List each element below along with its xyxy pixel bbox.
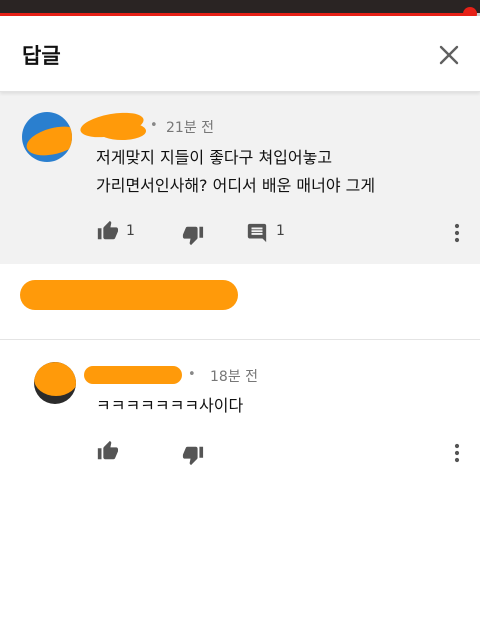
redaction-mark <box>20 280 238 310</box>
thumbs-down-icon <box>182 446 204 466</box>
reply-count: 1 <box>276 223 285 239</box>
like-button[interactable] <box>96 220 118 246</box>
meta-separator: • <box>188 367 196 382</box>
thumbs-up-icon <box>97 220 118 240</box>
more-vert-icon <box>454 223 460 243</box>
comment-text-line-1: 저게맞지 지들이 좋다구 쳐입어놓고 <box>96 148 333 167</box>
redaction-mark <box>23 121 72 161</box>
page-title: 답글 <box>22 44 61 68</box>
thumbs-down-icon <box>182 226 204 246</box>
more-options-button[interactable] <box>452 222 462 244</box>
like-count: 1 <box>126 223 135 239</box>
reply-context-header <box>0 264 480 340</box>
close-button[interactable] <box>432 38 466 72</box>
reply-comment: • 18분 전 ㅋㅋㅋㅋㅋㅋㅋ사이다 <box>0 340 480 480</box>
comment-icon <box>247 223 267 243</box>
avatar[interactable] <box>34 362 76 404</box>
video-player-strip[interactable] <box>0 0 480 14</box>
comment-text-line-2: 가리면서인사해? 어디서 배운 매너야 그게 <box>96 176 376 195</box>
reply-button[interactable] <box>246 222 268 248</box>
more-options-button[interactable] <box>452 442 462 464</box>
comment-timestamp: 18분 전 <box>210 369 259 385</box>
replies-header: 답글 <box>0 16 480 92</box>
close-icon <box>439 45 459 65</box>
redaction-mark <box>34 362 76 396</box>
more-vert-icon <box>454 443 460 463</box>
comment-text: ㅋㅋㅋㅋㅋㅋㅋ사이다 <box>96 396 244 415</box>
dislike-button[interactable] <box>182 444 204 470</box>
meta-separator: • <box>150 118 158 133</box>
author-name-redacted[interactable] <box>84 366 182 384</box>
thumbs-up-icon <box>97 440 118 460</box>
avatar[interactable] <box>22 112 72 162</box>
like-button[interactable] <box>96 440 118 466</box>
parent-comment: • 21분 전 저게맞지 지들이 좋다구 쳐입어놓고 가리면서인사해? 어디서 … <box>0 92 480 264</box>
comment-timestamp: 21분 전 <box>166 120 215 136</box>
author-name-redaction-mark <box>98 122 146 140</box>
dislike-button[interactable] <box>182 224 204 250</box>
